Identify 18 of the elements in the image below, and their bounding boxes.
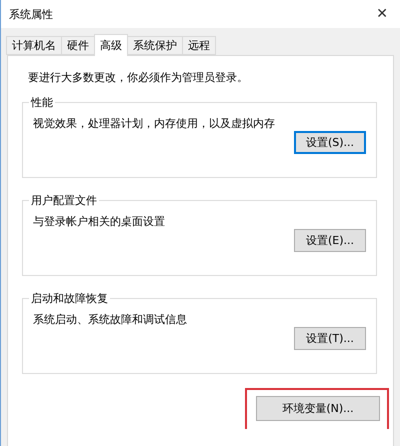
notice-text: 要进行大多数更改，你必须作为管理员登录。 — [28, 70, 249, 85]
group-title: 启动和故障恢复 — [30, 291, 109, 306]
settings-button[interactable]: 设置(T)... — [294, 327, 366, 350]
group-description: 系统启动、系统故障和调试信息 — [33, 312, 188, 327]
close-button[interactable]: ✕ — [372, 6, 392, 22]
tab[interactable]: 硬件 — [61, 36, 95, 55]
settings-button[interactable]: 设置(S)... — [294, 131, 366, 154]
group-title: 性能 — [30, 95, 54, 110]
tab[interactable]: 计算机名 — [6, 36, 62, 55]
group-description: 与登录帐户相关的桌面设置 — [33, 214, 166, 229]
tab[interactable]: 远程 — [182, 36, 216, 55]
environment-variables-button[interactable]: 环境变量(N)... — [256, 396, 380, 421]
settings-button[interactable]: 设置(E)... — [294, 229, 366, 252]
tab[interactable]: 高级 — [94, 34, 128, 56]
group-description: 视觉效果，处理器计划，内存使用，以及虚拟内存 — [33, 116, 276, 131]
window-title: 系统属性 — [9, 6, 53, 22]
group-title: 用户配置文件 — [30, 193, 98, 208]
tab[interactable]: 系统保护 — [127, 36, 183, 55]
